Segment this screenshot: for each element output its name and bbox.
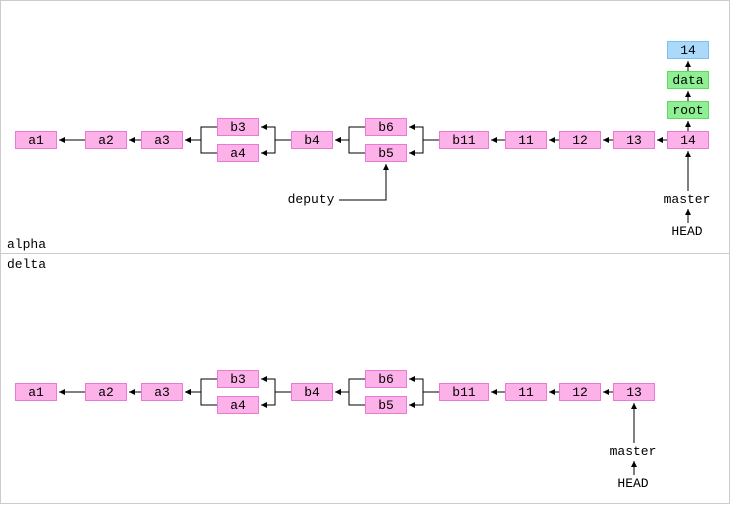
commit-b11-alpha: b11 <box>439 131 489 149</box>
commit-b4-alpha: b4 <box>291 131 333 149</box>
commit-a2-alpha: a2 <box>85 131 127 149</box>
tree-root-alpha: root <box>667 101 709 119</box>
commit-b11-delta: b11 <box>439 383 489 401</box>
commit-a1-alpha: a1 <box>15 131 57 149</box>
commit-11-delta: 11 <box>505 383 547 401</box>
commit-a3-alpha: a3 <box>141 131 183 149</box>
region-divider <box>1 253 729 254</box>
commit-11-alpha: 11 <box>505 131 547 149</box>
commit-12-delta: 12 <box>559 383 601 401</box>
commit-a1-delta: a1 <box>15 383 57 401</box>
commit-13-alpha: 13 <box>613 131 655 149</box>
commit-b3-alpha: b3 <box>217 118 259 136</box>
commit-b4-delta: b4 <box>291 383 333 401</box>
commit-b5-alpha: b5 <box>365 144 407 162</box>
region-label-alpha: alpha <box>7 237 46 252</box>
workdir-14-alpha: 14 <box>667 41 709 59</box>
commit-14-alpha: 14 <box>667 131 709 149</box>
commit-b5-delta: b5 <box>365 396 407 414</box>
commit-a2-delta: a2 <box>85 383 127 401</box>
commit-13-delta: 13 <box>613 383 655 401</box>
commit-12-alpha: 12 <box>559 131 601 149</box>
commit-b3-delta: b3 <box>217 370 259 388</box>
ref-head-alpha: HEAD <box>657 225 717 239</box>
branch-deputy-alpha: deputy <box>281 193 341 207</box>
ref-head-delta: HEAD <box>603 477 663 491</box>
branch-master-alpha: master <box>657 193 717 207</box>
commit-a4-delta: a4 <box>217 396 259 414</box>
branch-master-delta: master <box>603 445 663 459</box>
commit-b6-alpha: b6 <box>365 118 407 136</box>
tree-data-alpha: data <box>667 71 709 89</box>
commit-b6-delta: b6 <box>365 370 407 388</box>
commit-a3-delta: a3 <box>141 383 183 401</box>
region-label-delta: delta <box>7 257 46 272</box>
diagram-canvas: alpha delta a1 a2 a3 b3 a4 b4 b6 b5 b11 … <box>0 0 730 504</box>
commit-a4-alpha: a4 <box>217 144 259 162</box>
